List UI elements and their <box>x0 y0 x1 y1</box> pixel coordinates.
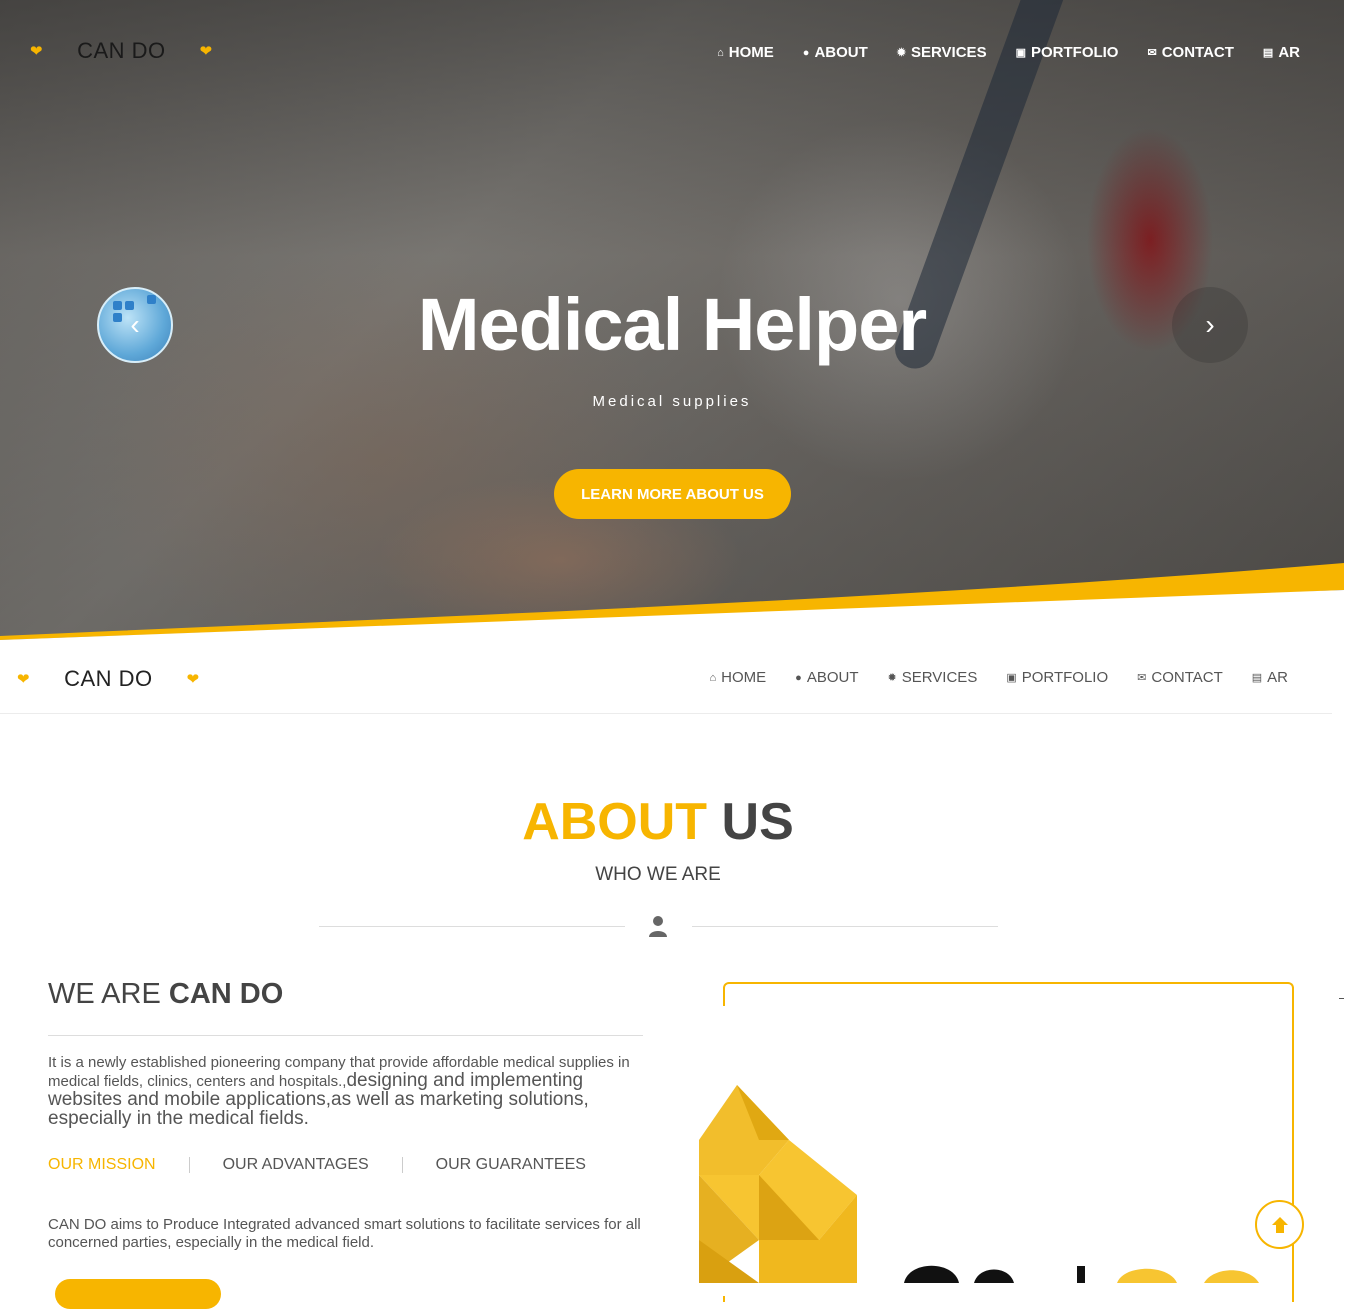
tab-separator <box>188 1157 190 1173</box>
tab-separator <box>401 1157 403 1173</box>
can-do-logo-image <box>699 1085 1259 1283</box>
heart-icon: ❤ <box>186 671 200 688</box>
main-menu: ⌂ HOME ● ABOUT ✹ SERVICES ▣ PORTFOLIO ✉ CONTA… <box>681 669 1288 686</box>
nav-home[interactable]: ⌂ HOME <box>717 44 774 61</box>
home-icon: ⌂ <box>717 46 724 59</box>
nav-about[interactable]: ● ABOUT <box>803 44 868 61</box>
site-logo[interactable]: ❤ CAN DO ❤ <box>30 38 213 64</box>
nav-portfolio[interactable]: ▣ PORTFOLIO <box>1016 44 1119 61</box>
main-menu: ⌂ HOME ● ABOUT ✹ SERVICES ▣ PORTFOLIO ✉ CONTA… <box>688 44 1300 61</box>
chevron-right-icon: › <box>1205 309 1215 340</box>
hero-title: Medical Helper <box>417 283 927 366</box>
about-tabs: OUR MISSION OUR ADVANTAGES OUR GUARANTEE… <box>48 1156 586 1174</box>
divider-right <box>692 926 998 927</box>
heading-rule <box>48 1035 643 1036</box>
language-icon: ▤ <box>1262 47 1274 59</box>
tab-our-mission[interactable]: OUR MISSION <box>48 1156 156 1174</box>
nav-services[interactable]: ✹ SERVICES <box>897 44 987 61</box>
hero-slider: ❤ CAN DO ❤ ⌂ HOME ● ABOUT ✹ SERVICES ▣ PORTF… <box>0 0 1344 640</box>
slider-next-button[interactable]: › <box>1172 287 1248 363</box>
home-icon: ⌂ <box>709 671 717 684</box>
read-more-button[interactable] <box>55 1279 221 1309</box>
arrow-up-icon <box>1271 1216 1288 1233</box>
nav-contact[interactable]: ✉ CONTACT <box>1137 669 1223 686</box>
nav-language[interactable]: ▤ AR <box>1252 669 1288 686</box>
language-icon: ▤ <box>1251 672 1263 684</box>
user-icon: ● <box>795 671 802 684</box>
hero-subtitle: Medical supplies <box>592 393 752 410</box>
about-description: It is a newly established pioneering com… <box>48 1054 630 1129</box>
tab-our-advantages[interactable]: OUR ADVANTAGES <box>223 1156 369 1174</box>
sticky-navbar: ❤ CAN DO ❤ ⌂ HOME ● ABOUT ✹ SERVICES ▣ PORTF… <box>0 642 1332 714</box>
envelope-icon: ✉ <box>1137 672 1147 684</box>
edge-mark <box>1339 998 1344 999</box>
user-icon: ● <box>802 46 810 59</box>
heart-icon: ❤ <box>199 43 213 60</box>
nav-portfolio[interactable]: ▣ PORTFOLIO <box>1006 669 1108 686</box>
top-navbar: ❤ CAN DO ❤ ⌂ HOME ● ABOUT ✹ SERVICES ▣ PORTF… <box>0 18 1344 88</box>
logo-text: CAN DO <box>77 38 166 63</box>
learn-more-button[interactable]: LEARN MORE ABOUT US <box>554 469 791 519</box>
nav-services[interactable]: ✹ SERVICES <box>888 669 978 686</box>
we-are-heading: WE ARE CAN DO <box>48 978 284 1010</box>
divider-left <box>319 926 625 927</box>
about-title: ABOUT US <box>522 793 794 851</box>
about-subtitle: WHO WE ARE <box>595 864 721 885</box>
gear-icon: ✹ <box>896 47 906 59</box>
nav-home[interactable]: ⌂ HOME <box>710 669 767 686</box>
scroll-to-top-button[interactable] <box>1255 1200 1304 1249</box>
gear-icon: ✹ <box>887 672 897 684</box>
site-logo[interactable]: ❤ CAN DO ❤ <box>17 666 200 692</box>
heart-icon: ❤ <box>17 671 31 688</box>
image-icon: ▣ <box>1015 47 1026 59</box>
user-icon <box>649 916 667 937</box>
logo-text: CAN DO <box>64 666 153 691</box>
envelope-icon: ✉ <box>1147 47 1157 59</box>
mission-text: CAN DO aims to Produce Integrated advanc… <box>48 1216 641 1251</box>
nav-contact[interactable]: ✉ CONTACT <box>1147 44 1233 61</box>
tab-our-guarantees[interactable]: OUR GUARANTEES <box>436 1156 586 1174</box>
nav-about[interactable]: ● ABOUT <box>795 669 858 686</box>
nav-language[interactable]: ▤ AR <box>1263 44 1300 61</box>
heart-icon: ❤ <box>30 43 44 60</box>
image-icon: ▣ <box>1006 672 1017 684</box>
